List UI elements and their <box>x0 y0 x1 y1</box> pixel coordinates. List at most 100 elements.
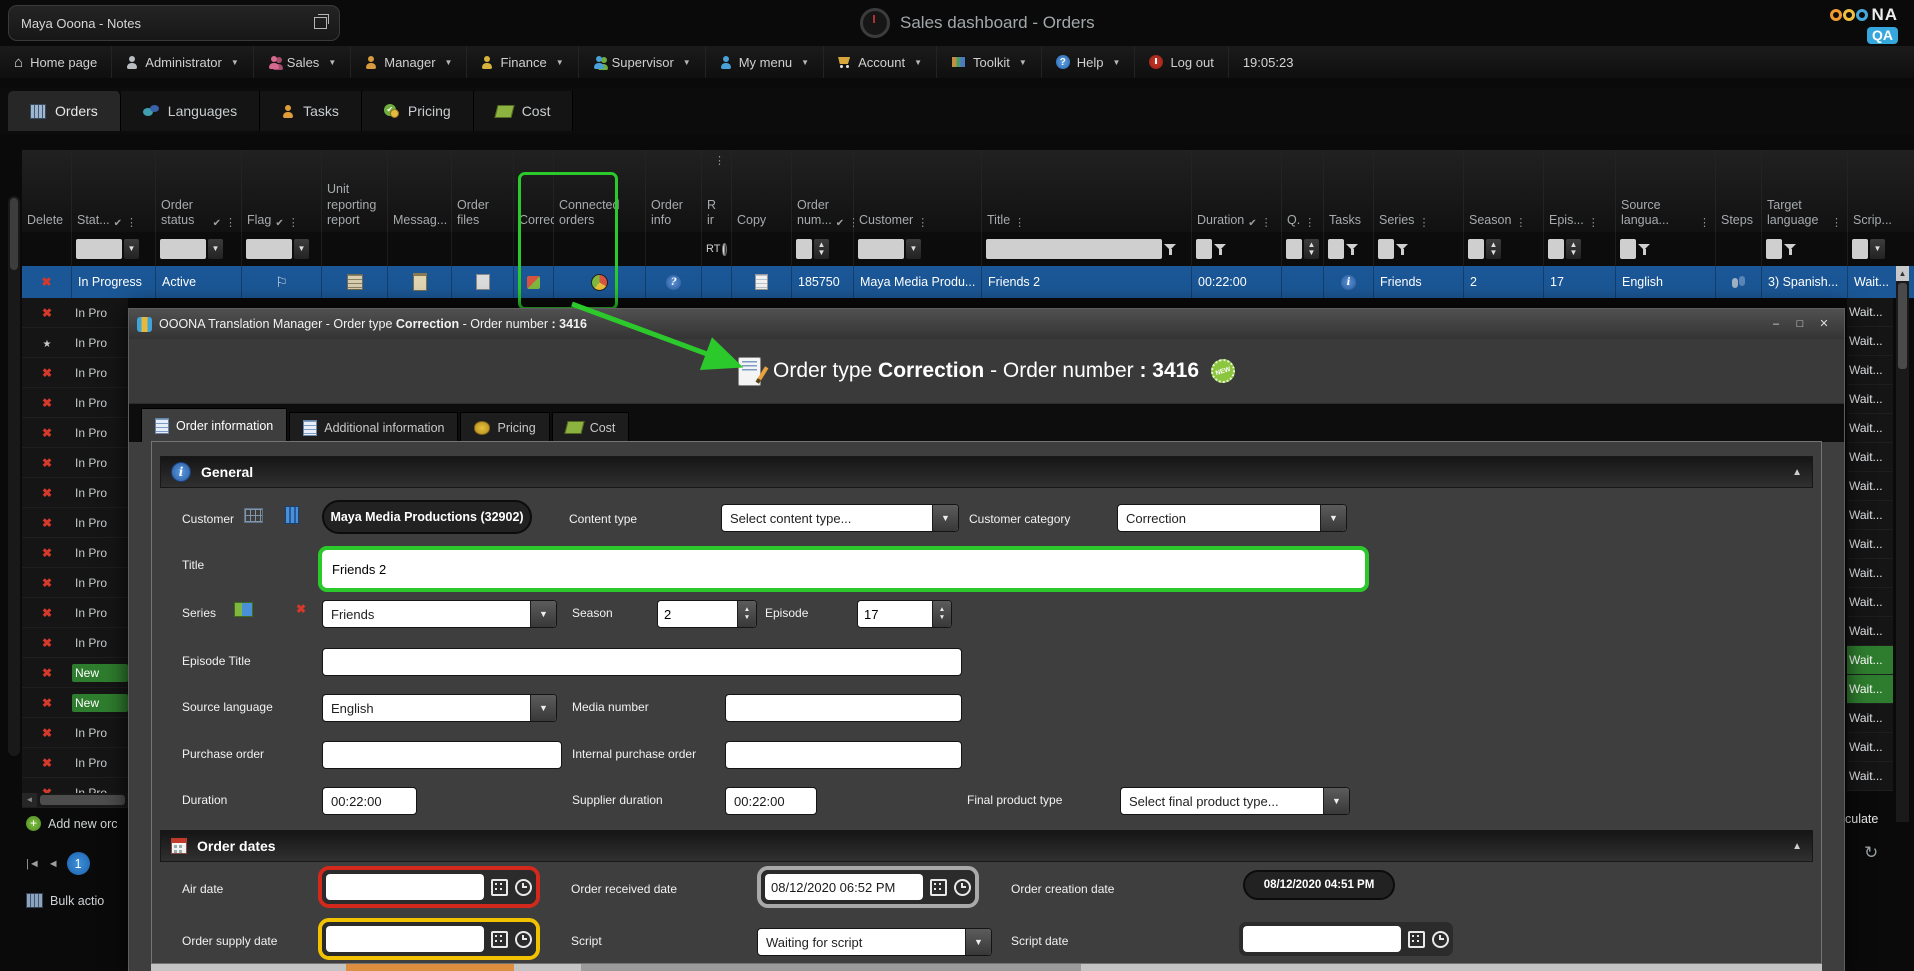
filter-box[interactable] <box>246 239 292 259</box>
calendar-icon[interactable] <box>1408 931 1425 948</box>
grid-left-scrollbar[interactable] <box>8 196 20 756</box>
supplier-duration-input[interactable] <box>725 787 817 815</box>
collapse-icon[interactable]: ▲ <box>1792 841 1802 852</box>
table-row[interactable]: Wait... <box>1847 762 1893 791</box>
grid-cell[interactable]: 17 <box>1544 266 1616 298</box>
table-row[interactable]: ✖In Pro <box>22 718 128 748</box>
grid-cell[interactable] <box>322 266 388 298</box>
scroll-up-icon[interactable]: ▲ <box>1896 266 1909 281</box>
clock-icon[interactable] <box>954 879 971 896</box>
filter-box[interactable] <box>1286 239 1302 259</box>
menu-item-administrator[interactable]: Administrator▼ <box>112 46 254 78</box>
delete-order-icon[interactable]: ✖ <box>22 424 72 442</box>
filter-cell[interactable]: ▼ <box>1848 232 1914 266</box>
add-new-order-button[interactable]: + Add new orc <box>26 816 128 831</box>
menu-item-home-page[interactable]: ⌂ Home page <box>0 46 112 78</box>
customer-category-select[interactable]: Correction▼ <box>1117 504 1347 532</box>
column-header[interactable]: Order files <box>452 150 514 232</box>
kebab-menu-icon[interactable]: ⋮ <box>126 216 137 229</box>
order-supply-date-field[interactable] <box>322 922 536 956</box>
order-received-date-field[interactable] <box>761 870 975 904</box>
chevron-down-icon[interactable]: ▼ <box>1320 505 1346 531</box>
filter-cell[interactable]: ▼ <box>854 232 982 266</box>
grid-cell[interactable]: In Progress <box>72 266 156 298</box>
kebab-menu-icon[interactable]: ⋮ <box>1014 216 1025 229</box>
spinner-arrows-icon[interactable]: ▲▼ <box>737 601 756 627</box>
tab-pricing-dialog[interactable]: Pricing <box>460 412 549 442</box>
table-row[interactable]: ★In Pro <box>22 328 128 358</box>
filter-box[interactable] <box>1378 239 1394 259</box>
calculate-button-partial[interactable]: culate <box>1845 812 1878 826</box>
grid-cell[interactable]: Active <box>156 266 242 298</box>
grid-cell[interactable]: 00:22:00 <box>1192 266 1282 298</box>
script-date-input[interactable] <box>1243 926 1401 952</box>
flag-icon[interactable]: ⚐ <box>275 274 288 291</box>
order-files-icon[interactable] <box>476 274 490 290</box>
table-row[interactable]: Wait... <box>1847 385 1893 414</box>
column-header[interactable]: Order num...✔⋮ <box>792 150 854 232</box>
filter-button[interactable]: ▲▼ <box>814 239 829 259</box>
chevron-down-icon[interactable]: ▼ <box>530 695 556 721</box>
filter-button[interactable]: ▲▼ <box>1566 239 1581 259</box>
filter-button[interactable]: ▲▼ <box>1486 239 1501 259</box>
grid-cell[interactable] <box>732 266 792 298</box>
grid-cell[interactable] <box>452 266 514 298</box>
column-header[interactable]: Steps <box>1716 150 1762 232</box>
filter-cell[interactable] <box>1716 232 1762 266</box>
filter-cell[interactable]: ▼ <box>242 232 322 266</box>
table-row[interactable]: ✖In Pro <box>22 568 128 598</box>
filter-cell[interactable]: ▼ <box>72 232 156 266</box>
filter-cell[interactable]: ▲▼ <box>1282 232 1324 266</box>
menu-item-help[interactable]: ? Help▼ <box>1042 46 1136 78</box>
filter-cell[interactable]: ▼ <box>156 232 242 266</box>
delete-order-icon[interactable]: ✖ <box>22 364 72 382</box>
menu-item-account[interactable]: Account▼ <box>824 46 937 78</box>
purchase-order-input[interactable] <box>322 741 562 769</box>
remove-series-icon[interactable]: ✖ <box>296 602 306 616</box>
filter-cell[interactable] <box>1192 232 1282 266</box>
delete-order-icon[interactable]: ✖ <box>22 484 72 502</box>
menu-item-manager[interactable]: Manager▼ <box>351 46 467 78</box>
filter-cell[interactable] <box>646 232 702 266</box>
column-header[interactable]: Stat...✔⋮ <box>72 150 156 232</box>
filter-cell[interactable] <box>322 232 388 266</box>
source-language-select[interactable]: English▼ <box>322 694 557 722</box>
table-row[interactable]: Wait... <box>1847 472 1893 501</box>
spinner-arrows-icon[interactable]: ▲▼ <box>932 601 951 627</box>
menu-item-sales[interactable]: Sales▼ <box>254 46 351 78</box>
funnel-icon[interactable] <box>1214 243 1226 256</box>
table-row[interactable]: Wait... <box>1847 733 1893 762</box>
collapse-icon[interactable]: ▲ <box>1792 467 1802 478</box>
column-header[interactable]: Unit reporting report <box>322 150 388 232</box>
grid-horizontal-scrollbar[interactable]: ◄ <box>22 793 128 807</box>
steps-icon[interactable] <box>1732 276 1746 289</box>
unit-reporting-icon[interactable] <box>347 274 363 290</box>
grid-cell[interactable] <box>388 266 452 298</box>
refresh-icon[interactable]: ↻ <box>1864 843 1878 863</box>
grid-cell[interactable]: i <box>1324 266 1374 298</box>
chevron-down-icon[interactable]: ▼ <box>965 929 991 955</box>
clock-icon[interactable] <box>1432 931 1449 948</box>
kebab-menu-icon[interactable]: ⋮ <box>1304 216 1315 229</box>
funnel-icon[interactable] <box>1396 243 1408 256</box>
column-header[interactable]: Flag✔⋮ <box>242 150 322 232</box>
filter-box[interactable] <box>1548 239 1564 259</box>
table-row[interactable]: Wait... <box>1847 646 1893 675</box>
filter-cell[interactable] <box>1762 232 1848 266</box>
order-supply-date-input[interactable] <box>326 926 484 952</box>
delete-order-icon[interactable]: ✖ <box>22 634 72 652</box>
table-row[interactable]: ✖In Pro <box>22 508 128 538</box>
episode-input[interactable] <box>858 601 932 627</box>
table-row[interactable]: Wait... <box>1847 298 1893 327</box>
series-icon[interactable] <box>234 602 253 617</box>
column-header[interactable]: Tasks <box>1324 150 1374 232</box>
table-row[interactable]: ✖In Pro <box>22 388 128 418</box>
grid-cell[interactable]: ? <box>646 266 702 298</box>
filter-box[interactable] <box>858 239 904 259</box>
grid-cell[interactable]: English <box>1616 266 1716 298</box>
bulk-actions-button[interactable]: Bulk actio <box>26 893 128 908</box>
table-row[interactable]: Wait... <box>1847 356 1893 385</box>
filter-cell[interactable]: ▲▼ <box>792 232 854 266</box>
prev-page-button[interactable]: ◄ <box>48 858 59 870</box>
menu-item-log-out[interactable]: Log out <box>1135 46 1228 78</box>
